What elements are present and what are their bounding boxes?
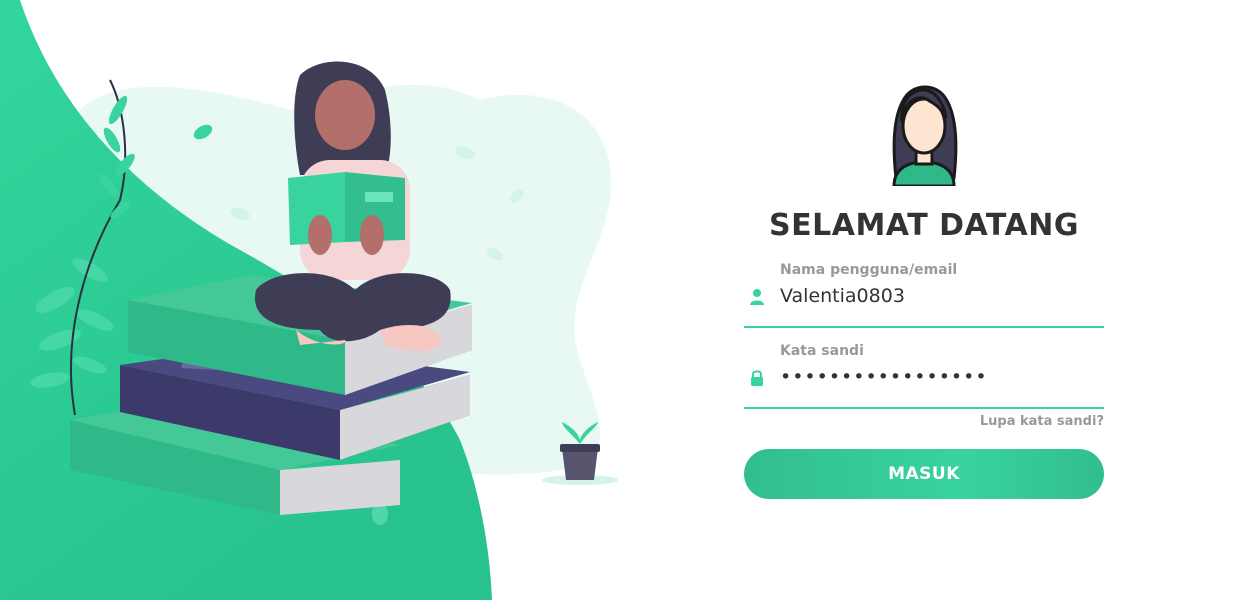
reading-woman-illustration	[0, 0, 618, 600]
username-field: Nama pengguna/email	[744, 262, 1104, 328]
login-page: SELAMAT DATANG Nama pengguna/email Kata …	[0, 0, 1252, 600]
welcome-title: SELAMAT DATANG	[769, 208, 1079, 243]
forgot-password-link[interactable]: Lupa kata sandi?	[980, 414, 1104, 429]
password-label: Kata sandi	[780, 343, 864, 359]
password-input[interactable]	[780, 363, 1096, 391]
login-button[interactable]: MASUK	[744, 449, 1104, 499]
username-input[interactable]	[780, 282, 1096, 310]
lock-icon	[748, 369, 766, 387]
username-label: Nama pengguna/email	[780, 262, 958, 278]
user-icon	[748, 288, 766, 306]
password-field: Kata sandi	[744, 343, 1104, 409]
woman-avatar-icon	[888, 82, 960, 188]
